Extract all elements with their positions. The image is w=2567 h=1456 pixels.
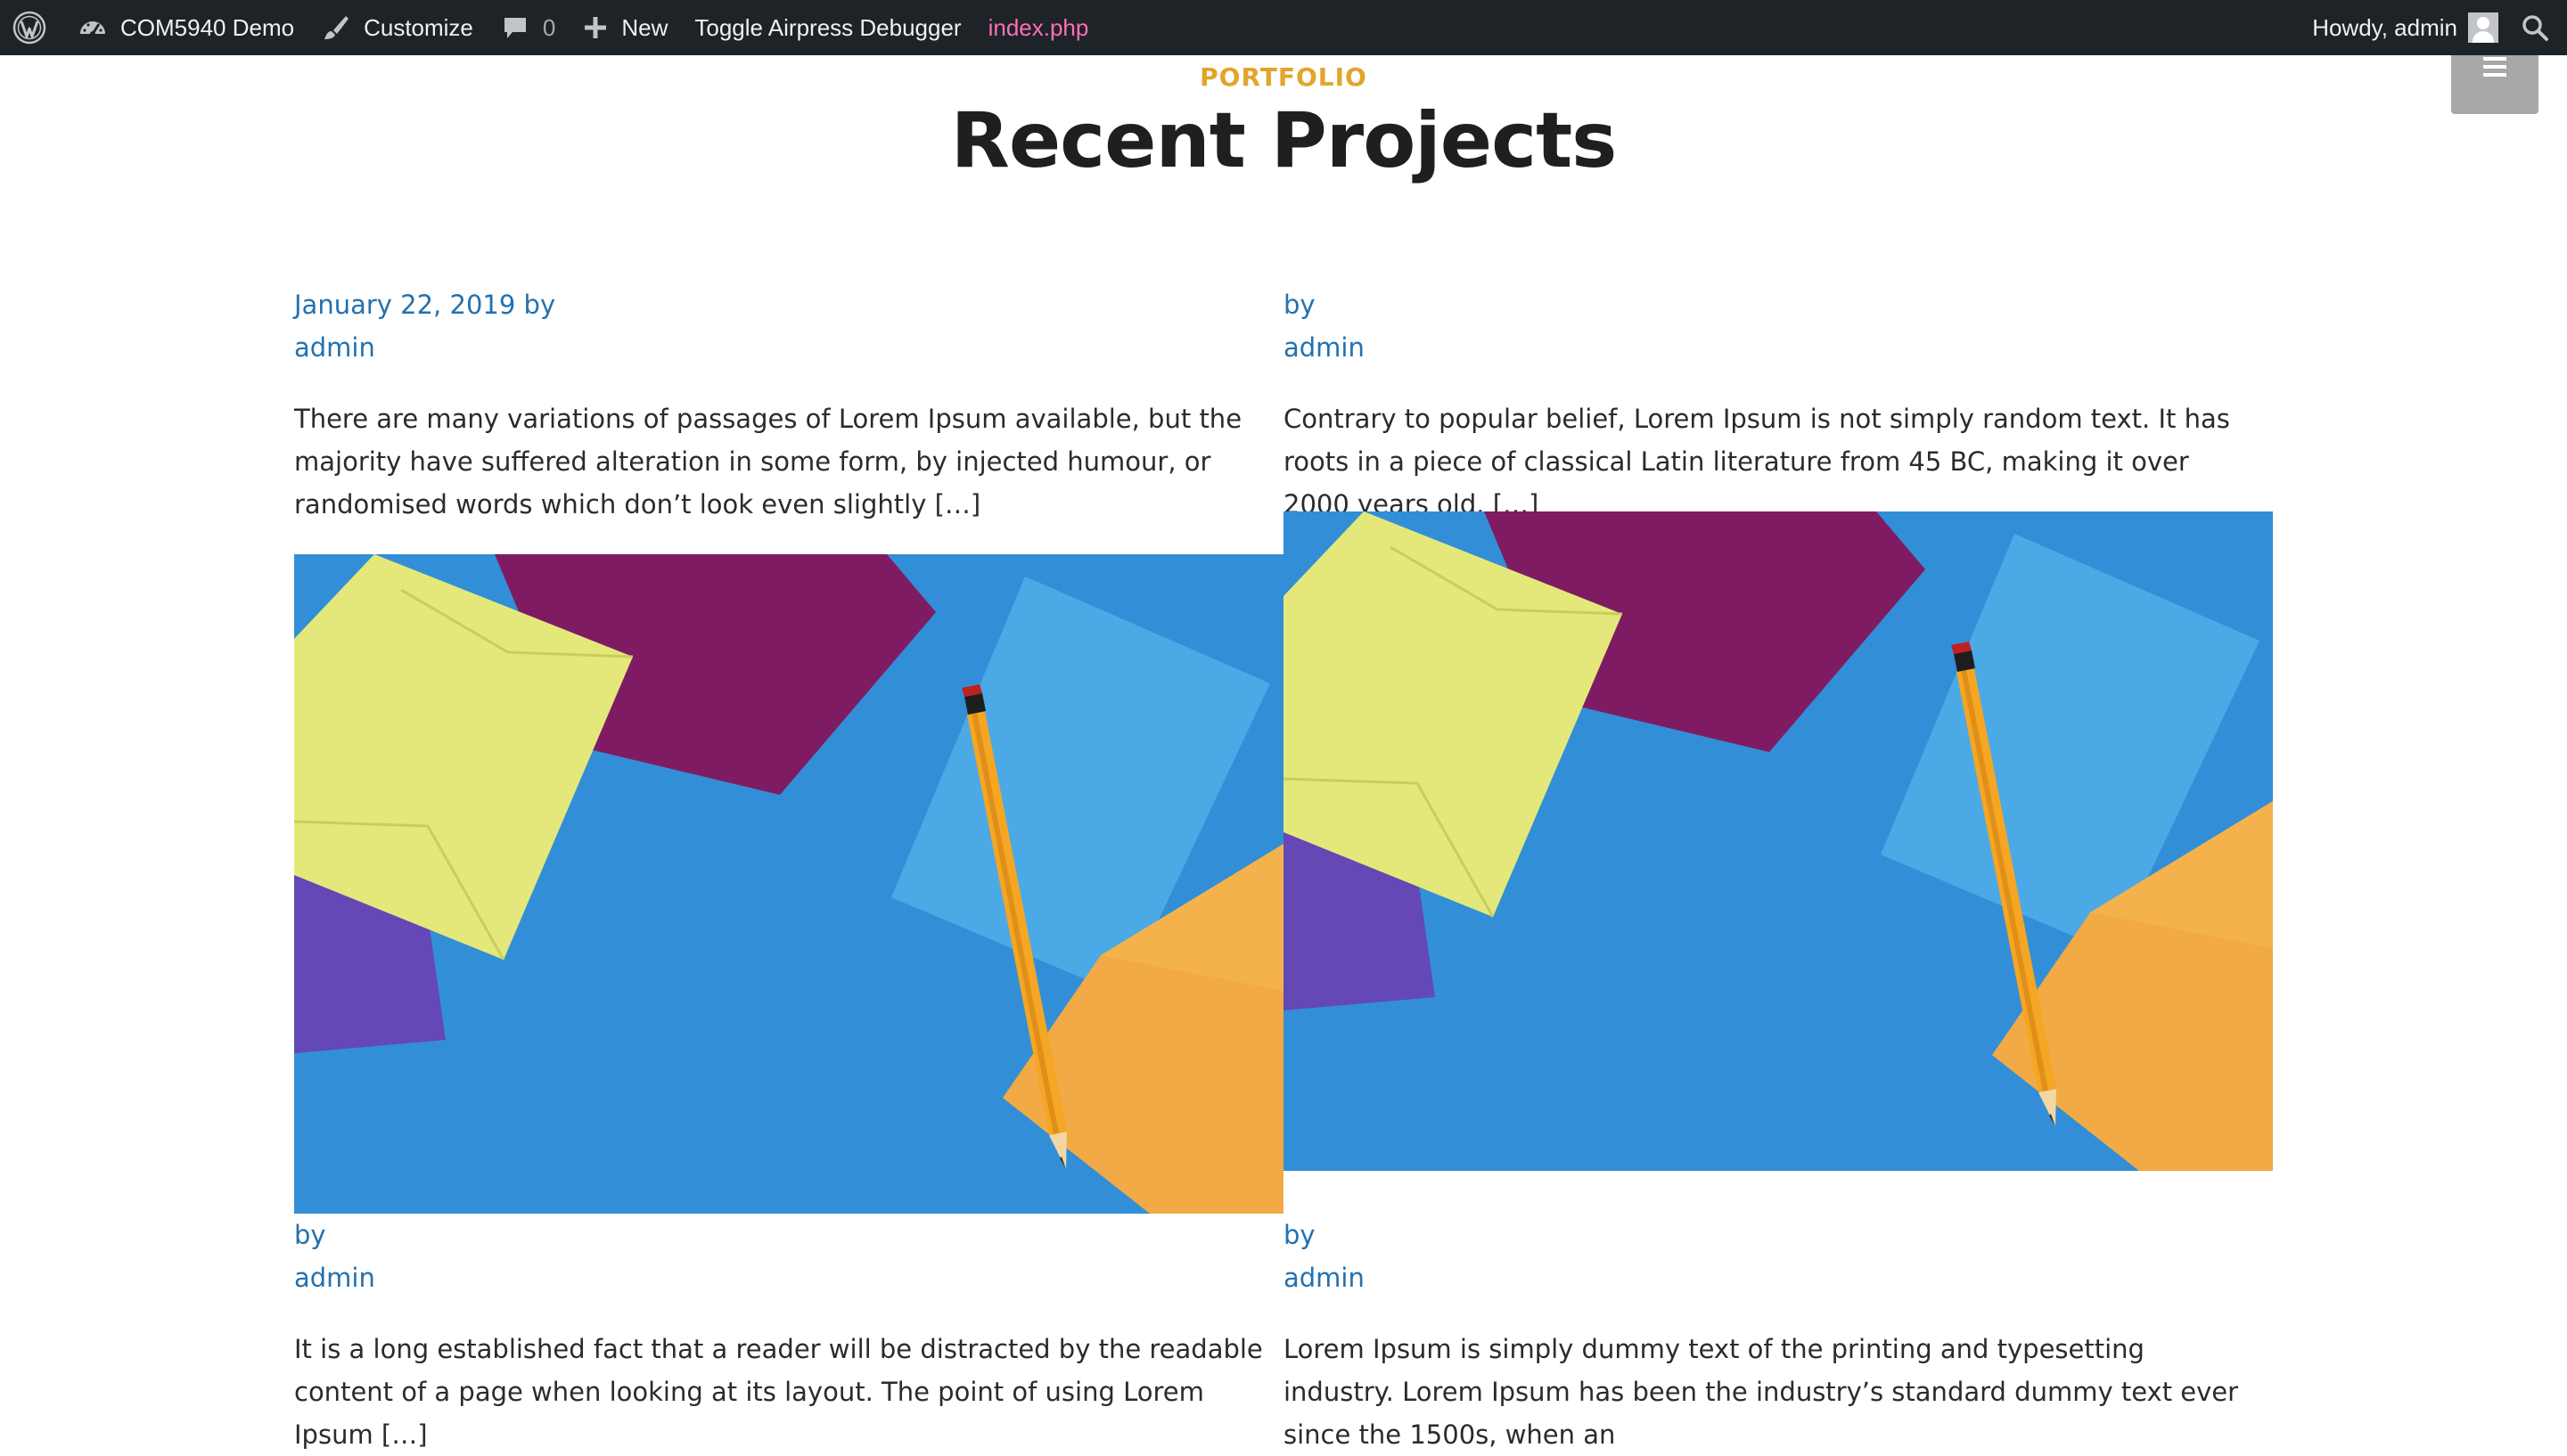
- hamburger-icon: [2483, 57, 2506, 61]
- my-account-menu[interactable]: Howdy, admin: [2299, 0, 2512, 55]
- comment-bubble-icon: [500, 12, 530, 43]
- post-by: by: [1284, 1220, 1316, 1250]
- admin-bar: COM5940 Demo Customize 0 New Toggle Airp…: [0, 0, 2567, 55]
- post-excerpt: Lorem Ipsum is simply dummy text of the …: [1284, 1334, 2239, 1450]
- post-thumbnail-envelopes-pencil[interactable]: [1284, 511, 2273, 1171]
- debugger-label: Toggle Airpress Debugger: [694, 13, 962, 41]
- post-excerpt: It is a long established fact that a rea…: [294, 1334, 1263, 1450]
- post-excerpt: Contrary to popular belief, Lorem Ipsum …: [1284, 404, 2230, 519]
- post-by: by: [1284, 290, 1316, 320]
- section-eyebrow: PORTFOLIO: [1200, 62, 1367, 92]
- plus-icon: [582, 14, 609, 41]
- wordpress-logo-icon[interactable]: [0, 0, 64, 55]
- post-author-link[interactable]: admin: [294, 1256, 1284, 1299]
- howdy-label: Howdy, admin: [2312, 13, 2457, 41]
- template-file-indicator[interactable]: index.php: [975, 0, 1103, 55]
- customize-link[interactable]: Customize: [308, 0, 487, 55]
- post-card: January 22, 2019 by admin There are many…: [294, 283, 1284, 526]
- search-icon: [2521, 13, 2549, 42]
- post-by: by: [294, 1220, 326, 1250]
- post-card: by admin Lorem Ipsum is simply dummy tex…: [1284, 1214, 2273, 1456]
- comments-count: 0: [542, 13, 556, 41]
- post-meta: January 22, 2019 by: [294, 283, 1284, 326]
- post-by: by: [523, 290, 556, 320]
- toggle-airpress-debugger[interactable]: Toggle Airpress Debugger: [681, 0, 974, 55]
- post-date-link[interactable]: January 22, 2019: [294, 290, 515, 320]
- post-card: by admin Contrary to popular belief, Lor…: [1284, 283, 2273, 526]
- site-name-menu[interactable]: COM5940 Demo: [64, 0, 308, 55]
- admin-bar-left: COM5940 Demo Customize 0 New Toggle Airp…: [0, 0, 1102, 55]
- post-author-link[interactable]: admin: [294, 326, 1284, 369]
- search-toggle[interactable]: [2512, 0, 2567, 55]
- page-title: Recent Projects: [950, 96, 1618, 185]
- post-thumbnail-envelopes-pencil[interactable]: [294, 554, 1284, 1214]
- post-meta: by: [1284, 283, 2273, 326]
- new-content-menu[interactable]: New: [569, 0, 681, 55]
- customize-label: Customize: [364, 13, 473, 41]
- avatar: [2468, 12, 2498, 43]
- post-author-link[interactable]: admin: [1284, 326, 2273, 369]
- comments-link[interactable]: 0: [487, 0, 569, 55]
- post-card: by admin It is a long established fact t…: [294, 1214, 1284, 1456]
- post-meta: by: [1284, 1214, 2273, 1256]
- site-name-label: COM5940 Demo: [120, 13, 295, 41]
- new-label: New: [621, 13, 668, 41]
- template-file-label: index.php: [988, 13, 1089, 41]
- post-excerpt: There are many variations of passages of…: [294, 404, 1242, 519]
- paintbrush-icon: [321, 12, 351, 43]
- dashboard-icon: [78, 12, 108, 43]
- post-author-link[interactable]: admin: [1284, 1256, 2273, 1299]
- post-meta: by: [294, 1214, 1284, 1256]
- admin-bar-right: Howdy, admin: [2299, 0, 2567, 55]
